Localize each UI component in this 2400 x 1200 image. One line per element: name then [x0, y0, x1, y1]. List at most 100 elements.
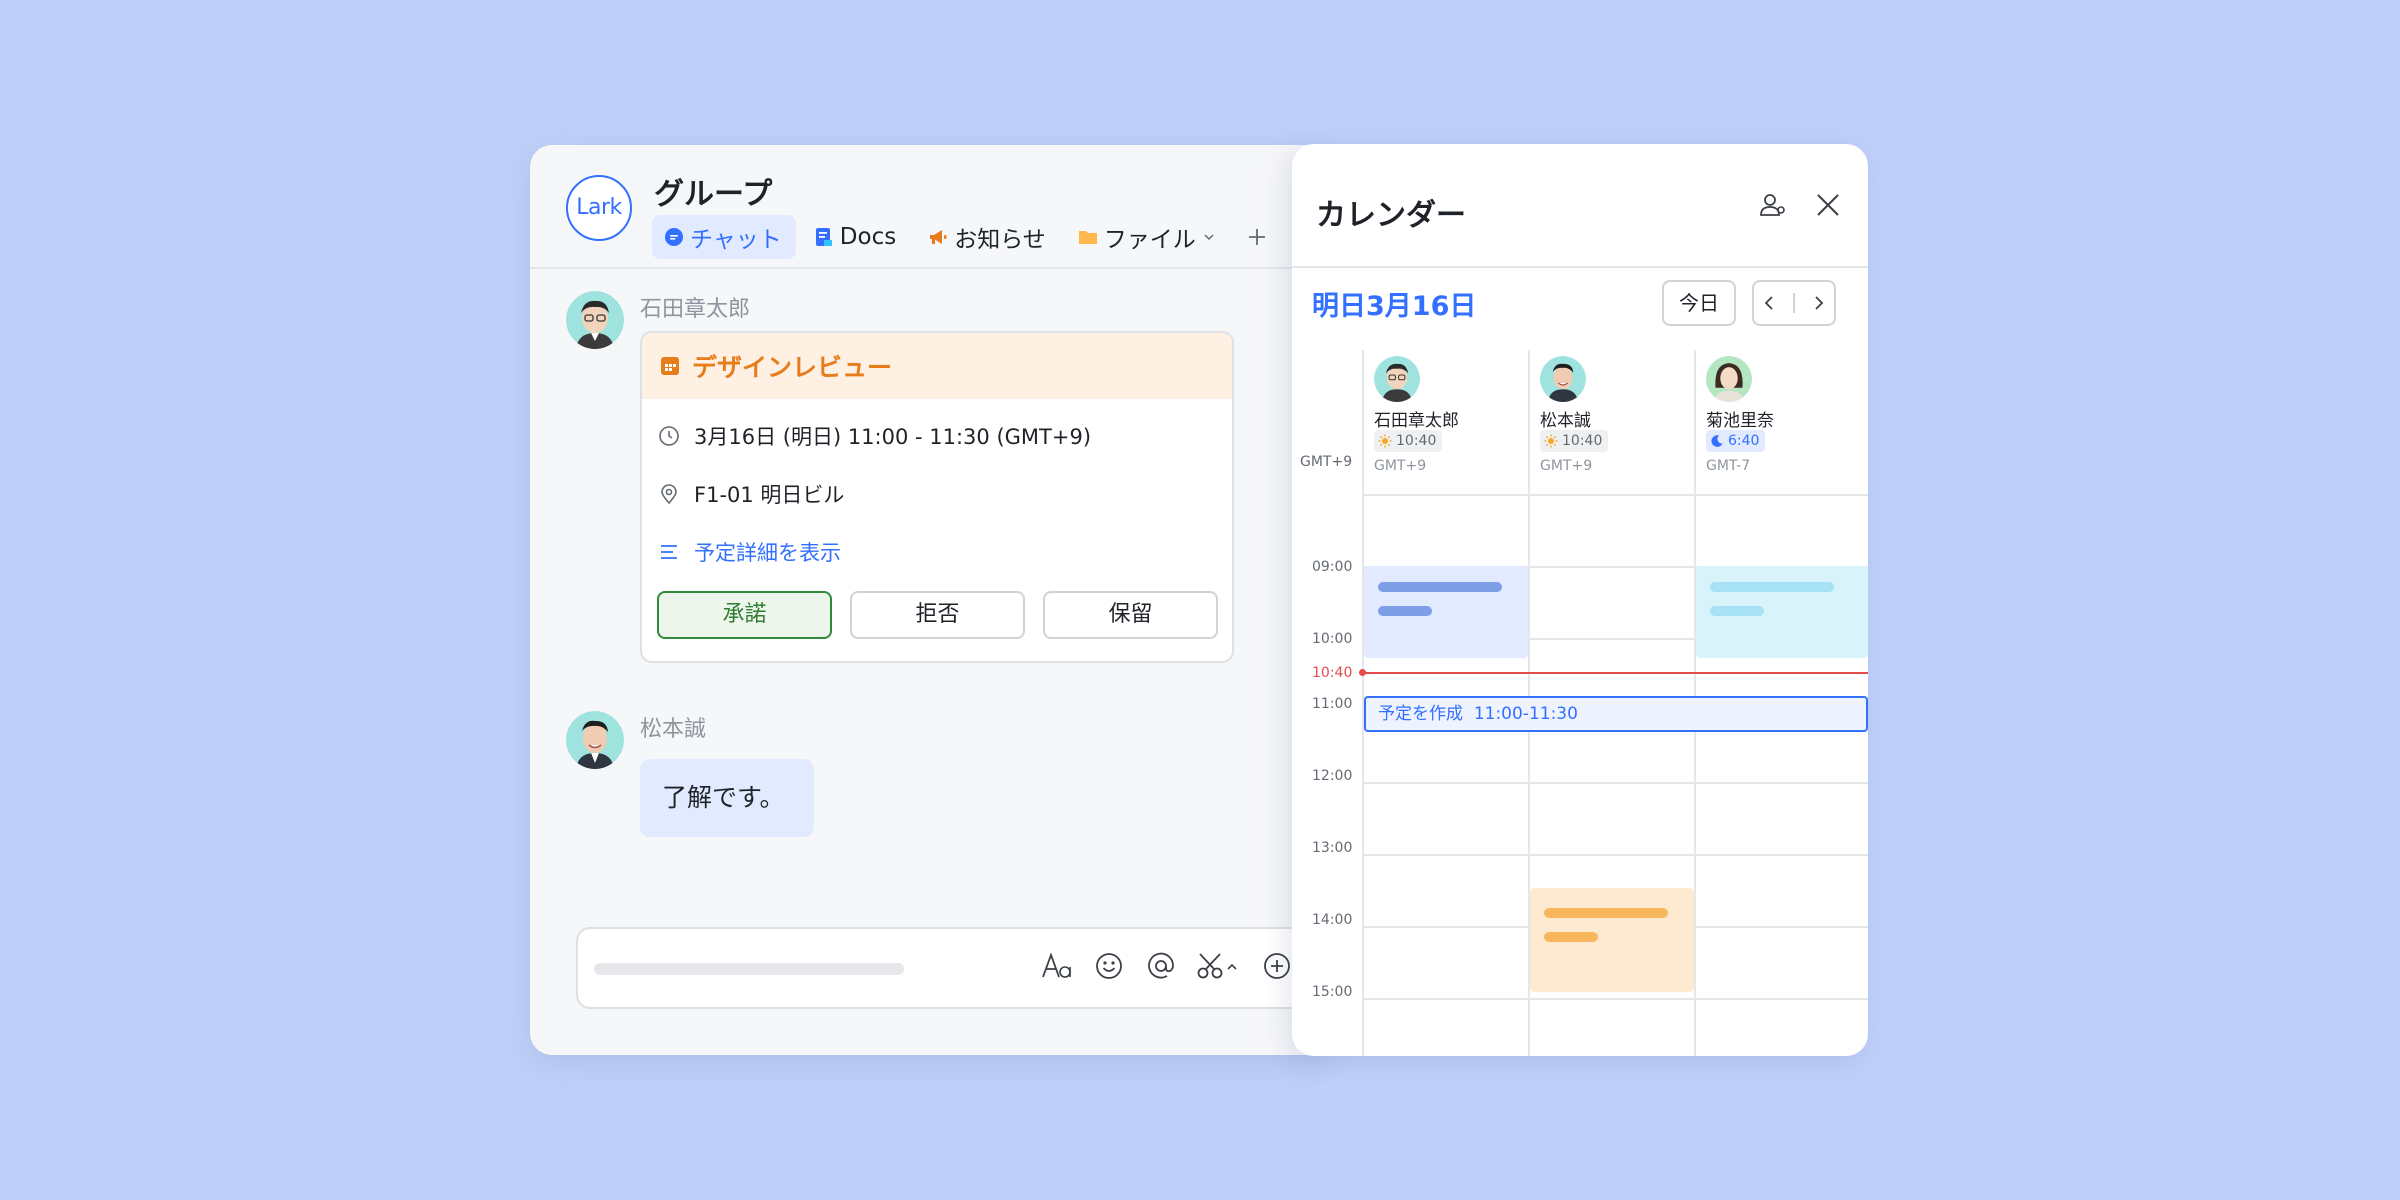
- busy-placeholder: [1710, 582, 1834, 592]
- tab-files-label: ファイル: [1103, 227, 1196, 253]
- people-icon[interactable]: [1758, 190, 1788, 220]
- attendee-matsumoto[interactable]: 松本誠 10:40 GMT+9: [1528, 350, 1688, 478]
- new-event-label: 予定を作成: [1378, 704, 1463, 724]
- location-pin-icon: [661, 484, 677, 505]
- screenshot-scissors-icon[interactable]: [1196, 949, 1242, 983]
- busy-placeholder: [1710, 606, 1764, 616]
- decline-button[interactable]: 拒否: [850, 591, 1025, 639]
- nav-separator: [1792, 293, 1795, 313]
- text-format-icon[interactable]: [1040, 949, 1074, 983]
- calendar-panel: カレンダー 明日3月16日 今日 GMT+9 石田章太郎 10:40 GMT+9…: [1292, 144, 1868, 1056]
- clock-icon: [659, 426, 679, 446]
- today-button[interactable]: 今日: [1662, 280, 1736, 326]
- tab-docs[interactable]: Docs: [802, 215, 910, 259]
- local-time: 6:40: [1728, 433, 1760, 449]
- attendee-name: 松本誠: [1540, 411, 1591, 431]
- tab-bar: チャット Docs お知らせ ファイル: [652, 215, 1268, 259]
- docs-icon: [815, 228, 832, 246]
- event-card-header: デザインレビュー: [642, 333, 1232, 399]
- new-event-block[interactable]: 予定を作成 11:00-11:30: [1364, 696, 1868, 732]
- event-title: デザインレビュー: [692, 353, 893, 382]
- tab-chat[interactable]: チャット: [652, 215, 796, 259]
- megaphone-icon: [930, 230, 947, 244]
- group-title: グループ: [654, 177, 773, 212]
- attendee-timezone: GMT-7: [1706, 458, 1751, 474]
- chat-window: Lark グループ チャット Docs お知らせ ファイル 石田章太郎 デザイン…: [530, 145, 1330, 1055]
- tab-chat-label: チャット: [690, 227, 782, 253]
- composer-toolbar: [1040, 949, 1294, 983]
- chevron-right-icon[interactable]: [1812, 294, 1826, 312]
- local-time-badge: 10:40: [1374, 430, 1443, 452]
- avatar: [1540, 356, 1586, 402]
- folder-icon: [1078, 231, 1097, 244]
- avatar: [566, 711, 624, 769]
- avatar: [1374, 356, 1420, 402]
- rsvp-buttons: 承諾 拒否 保留: [657, 591, 1218, 639]
- attendee-kikuchi[interactable]: 菊池里奈 6:40 GMT-7: [1694, 350, 1854, 478]
- chevron-down-icon: [1204, 234, 1214, 241]
- attendee-timezone: GMT+9: [1374, 458, 1427, 474]
- avatar: [1706, 356, 1752, 402]
- hour-label: 15:00: [1312, 984, 1353, 1000]
- emoji-icon[interactable]: [1092, 949, 1126, 983]
- busy-block[interactable]: [1530, 888, 1694, 992]
- hour-label: 13:00: [1312, 840, 1353, 856]
- hour-label: 12:00: [1312, 768, 1353, 784]
- attendee-name: 石田章太郎: [1374, 411, 1459, 431]
- accept-button[interactable]: 承諾: [657, 591, 832, 639]
- event-details-link[interactable]: 予定詳細を表示: [658, 537, 841, 567]
- tentative-button[interactable]: 保留: [1043, 591, 1218, 639]
- attendee-ishida[interactable]: 石田章太郎 10:40 GMT+9: [1362, 350, 1522, 478]
- sender-name: 松本誠: [640, 717, 707, 742]
- event-details-label: 予定詳細を表示: [694, 541, 841, 565]
- message-composer[interactable]: [576, 927, 1330, 1009]
- local-time-badge: 10:40: [1540, 430, 1609, 452]
- grid-line: [1362, 998, 1868, 1000]
- composer-placeholder: [594, 963, 904, 975]
- sun-icon: [1378, 434, 1392, 448]
- details-list-icon: [661, 545, 677, 559]
- busy-placeholder: [1544, 932, 1598, 942]
- chat-header: Lark グループ チャット Docs お知らせ ファイル: [530, 145, 1330, 269]
- mention-icon[interactable]: [1144, 949, 1178, 983]
- busy-placeholder: [1544, 908, 1668, 918]
- local-time: 10:40: [1396, 433, 1437, 449]
- close-icon[interactable]: [1814, 191, 1842, 219]
- attendee-timezone: GMT+9: [1540, 458, 1593, 474]
- tab-announcements[interactable]: お知らせ: [916, 215, 1060, 259]
- tab-files[interactable]: ファイル: [1066, 215, 1230, 259]
- calendar-date: 明日3月16日: [1312, 291, 1477, 322]
- busy-block[interactable]: [1696, 566, 1868, 658]
- message-bubble: 了解です。: [640, 759, 814, 837]
- plus-icon[interactable]: [1246, 226, 1268, 248]
- hour-label: 14:00: [1312, 912, 1353, 928]
- tab-announcements-label: お知らせ: [954, 227, 1046, 253]
- sun-icon: [1544, 434, 1558, 448]
- schedule-grid: GMT+9 石田章太郎 10:40 GMT+9 松本誠 10:40 GMT+9 …: [1292, 350, 1868, 1056]
- chat-bubble-icon: [665, 228, 683, 246]
- hour-label: 11:00: [1312, 696, 1353, 712]
- grid-line: [1362, 494, 1868, 496]
- sender-name: 石田章太郎: [640, 297, 751, 322]
- busy-block[interactable]: [1364, 566, 1528, 658]
- current-time-line: [1362, 672, 1868, 674]
- add-circle-icon[interactable]: [1260, 949, 1294, 983]
- event-card: デザインレビュー 3月16日 (明日) 11:00 - 11:30 (GMT+9…: [640, 331, 1234, 663]
- calendar-header-actions: [1758, 190, 1842, 220]
- busy-placeholder: [1378, 606, 1432, 616]
- tab-docs-label: Docs: [839, 224, 897, 250]
- attendee-name: 菊池里奈: [1706, 411, 1774, 431]
- grid-line: [1362, 854, 1868, 856]
- event-time-row: 3月16日 (明日) 11:00 - 11:30 (GMT+9): [658, 421, 1091, 451]
- local-time: 10:40: [1562, 433, 1603, 449]
- lark-logo: Lark: [566, 175, 632, 241]
- event-location-row: F1-01 明日ビル: [658, 479, 844, 509]
- busy-placeholder: [1378, 582, 1502, 592]
- grid-line: [1362, 782, 1868, 784]
- avatar: [566, 291, 624, 349]
- chevron-left-icon[interactable]: [1762, 294, 1776, 312]
- event-time: 3月16日 (明日) 11:00 - 11:30 (GMT+9): [694, 425, 1092, 449]
- timezone-label: GMT+9: [1300, 454, 1353, 470]
- new-event-time: 11:00-11:30: [1473, 704, 1578, 724]
- event-location: F1-01 明日ビル: [694, 483, 845, 507]
